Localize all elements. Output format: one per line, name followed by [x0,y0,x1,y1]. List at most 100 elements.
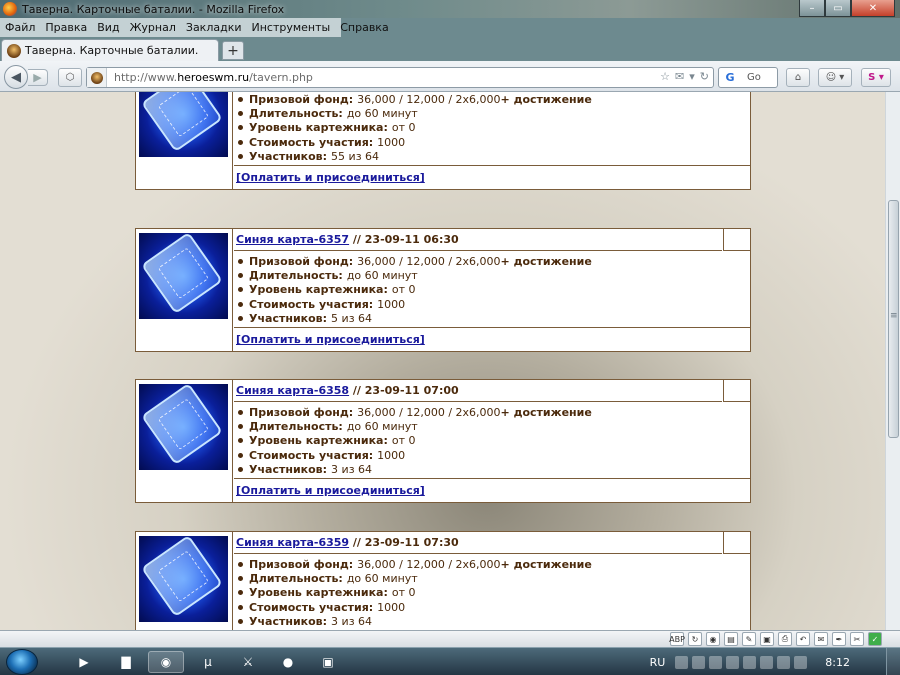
status-icon[interactable]: ✓ [868,632,882,646]
window-titlebar: Таверна. Карточные баталии. - Mozilla Fi… [0,0,900,18]
bullet-icon [238,153,243,159]
window-title: Таверна. Карточные баталии. - Mozilla Fi… [22,2,285,16]
menu-item-3[interactable]: Журнал [125,21,181,34]
menu-item-0[interactable]: Файл [0,21,40,34]
email-icon[interactable]: ✉ [814,632,828,646]
taskbar-media-icon[interactable]: ▶ [66,651,102,673]
site-identity-button[interactable] [87,68,107,87]
info-value: от 0 [391,283,416,297]
info-key: Призовой фонд: [249,254,354,268]
blue-card-image [139,382,228,470]
taskbar-firefox-icon[interactable]: ◉ [148,651,184,673]
dropdown-arrow-icon[interactable]: ▾ [689,70,695,83]
network-tray-icon[interactable] [726,655,740,669]
tournament-card: Синяя карта-6358 // 23-09-11 07:00 Призов… [135,379,751,503]
home-button[interactable]: ⌂ [786,68,810,87]
minimize-icon[interactable]: – [799,0,825,17]
bullet-icon [238,110,243,116]
url-bar-icons: ☆ ✉ ▾ ↻ [660,70,709,83]
camera-icon[interactable]: ◉ [706,632,720,646]
signal-tray-icon[interactable] [777,655,791,669]
flag-tray-icon[interactable] [743,655,757,669]
card-title-link[interactable]: Синяя карта-6358 [236,384,349,397]
menu-item-2[interactable]: Вид [92,21,124,34]
menu-item-5[interactable]: Инструменты [247,21,336,34]
taskbar-folder-icon[interactable]: ▇ [108,651,144,673]
security-tray-icon[interactable] [709,655,723,669]
taskbar-game-icon[interactable]: ⚔ [230,651,266,673]
info-value: 1000 [377,135,406,149]
clock[interactable]: 8:12 [825,656,850,669]
edit-icon[interactable]: ✎ [742,632,756,646]
info-row: Участников: 3 из 64 [238,462,750,476]
join-link[interactable]: [Оплатить и присоединиться] [236,171,425,184]
info-row: Стоимость участия: 1000 [238,135,750,149]
sync-button[interactable]: ⬡ [58,68,82,87]
bullet-icon [238,409,243,415]
undo-icon[interactable]: ↶ [796,632,810,646]
info-value: 1000 [377,448,406,462]
start-button[interactable] [6,649,38,675]
tab-tavern[interactable]: Таверна. Карточные баталии. [1,39,219,61]
addon-face-button[interactable]: ☺ ▾ [818,68,852,87]
url-text[interactable]: http://www.heroeswm.ru/tavern.php [114,71,313,84]
close-icon[interactable]: ✕ [851,0,895,17]
puzzle-icon: ⬡ [65,72,75,83]
taskbar-utorrent-icon[interactable]: µ [190,651,226,673]
taskbar-app-icon[interactable]: ● [270,651,306,673]
mail-icon[interactable]: ✉ [675,70,684,83]
info-value: 1000 [377,600,406,614]
menu-item-6[interactable]: Справка [335,21,393,34]
url-bar[interactable]: http://www.heroeswm.ru/tavern.php ☆ ✉ ▾ … [86,67,714,88]
new-tab-button[interactable]: + [222,41,244,60]
reload-icon[interactable]: ↻ [700,70,709,83]
save-icon[interactable]: ▣ [760,632,774,646]
scrollbar-thumb[interactable] [888,200,899,438]
language-indicator[interactable]: RU [650,656,666,669]
info-key: Стоимость участия: [249,448,374,462]
pen-icon[interactable]: ✒ [832,632,846,646]
back-button[interactable]: ◀ [4,65,28,89]
google-icon[interactable]: G [719,68,741,87]
smiley-icon: ☺ ▾ [825,72,845,83]
info-row: Длительность: до 60 минут [238,571,750,585]
bullet-icon [238,590,243,596]
page-icon[interactable]: ▤ [724,632,738,646]
forward-button[interactable]: ▶ [28,69,48,86]
info-value: 5 из 64 [331,311,373,325]
card-header-cell [723,380,750,402]
tab-bar: Таверна. Карточные баталии. + [0,37,900,61]
steam-tray-icon[interactable] [675,655,689,669]
search-go-button[interactable]: Go [747,72,761,83]
info-value: 36,000 / 12,000 / 2x6,000 [357,92,501,106]
taskbar-monitor-icon[interactable]: ▣ [310,651,346,673]
menu-item-1[interactable]: Правка [40,21,92,34]
card-info: Призовой фонд: 36,000 / 12,000 / 2x6,000 … [234,403,750,478]
maximize-icon[interactable]: ▭ [825,0,851,17]
app-tray-icon[interactable] [692,655,706,669]
tools-icon[interactable]: ✂ [850,632,864,646]
display-tray-icon[interactable] [760,655,774,669]
addon-s-button[interactable]: S ▾ [861,68,891,87]
search-bar[interactable]: G Go [718,67,778,88]
vertical-scrollbar[interactable] [885,92,900,630]
info-row: Стоимость участия: 1000 [238,600,750,614]
refresh-addon-icon[interactable]: ↻ [688,632,702,646]
bullet-icon [238,423,243,429]
card-title-link[interactable]: Синяя карта-6359 [236,536,349,549]
join-link[interactable]: [Оплатить и присоединиться] [236,333,425,346]
volume-tray-icon[interactable] [794,655,808,669]
card-title-link[interactable]: Синяя карта-6357 [236,233,349,246]
info-value: до 60 минут [346,571,418,585]
tray-icons [675,655,808,669]
bullet-icon [238,287,243,293]
show-desktop-button[interactable] [886,648,900,675]
abp-icon[interactable]: ABP [669,632,685,646]
info-row: Участников: 3 из 64 [238,614,750,628]
card-header-cell [723,532,750,554]
menu-item-4[interactable]: Закладки [181,21,247,34]
print-icon[interactable]: ⎙ [778,632,792,646]
join-link[interactable]: [Оплатить и присоединиться] [236,484,425,497]
bookmark-star-icon[interactable]: ☆ [660,70,670,83]
url-domain: heroeswm.ru [177,71,250,84]
